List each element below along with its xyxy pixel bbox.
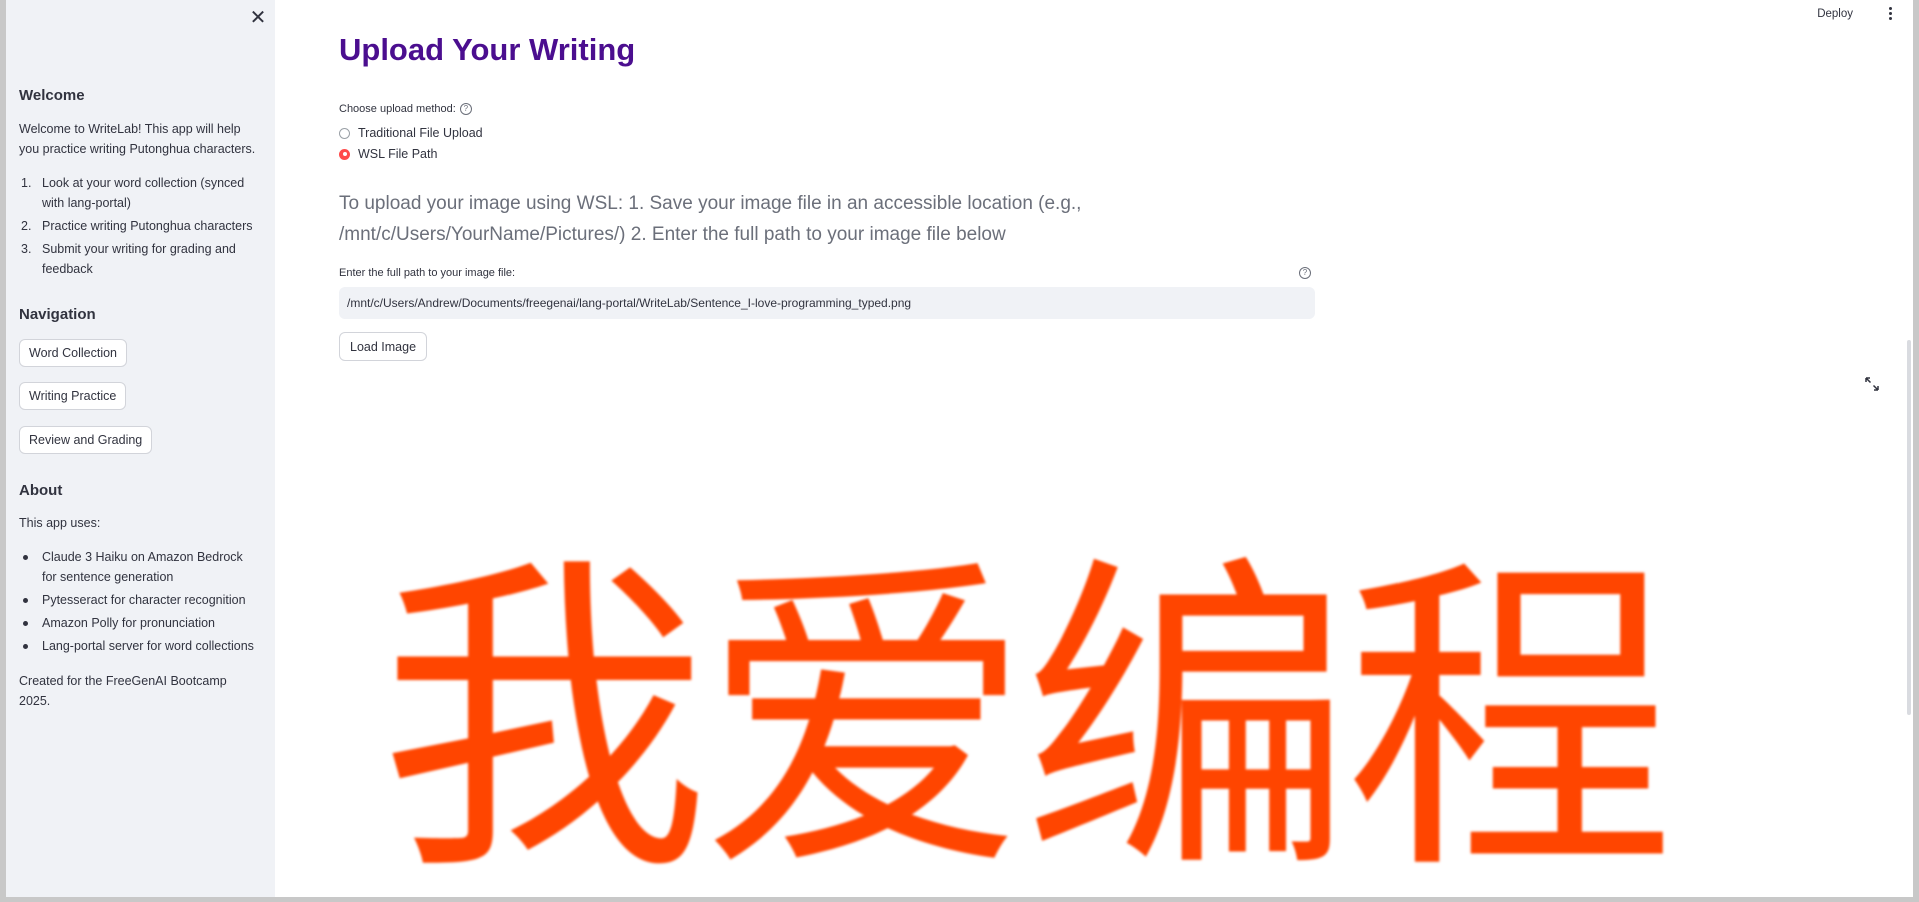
list-item: 2. Practice writing Putonghua characters: [21, 219, 253, 233]
path-field-label: Enter the full path to your image file:: [339, 267, 516, 279]
app-window: ✕ Welcome Welcome to WriteLab! This app …: [6, 0, 1913, 897]
list-item: 1. Look at your word collection (synced w…: [21, 176, 245, 210]
about-list: Claude 3 Haiku on Amazon Bedrock for sen…: [19, 547, 259, 659]
radio-wsl-file-path[interactable]: WSL File Path: [339, 145, 437, 163]
step-text: Practice writing Putonghua characters: [42, 219, 253, 233]
radio-traditional-upload[interactable]: Traditional File Upload: [339, 124, 483, 142]
help-icon[interactable]: ?: [459, 103, 472, 116]
upload-method-label: Choose upload method:?: [339, 103, 472, 116]
word-collection-button[interactable]: Word Collection: [19, 339, 128, 367]
wsl-instructions: To upload your image using WSL: 1. Save …: [339, 193, 1082, 245]
about-item-text: Lang-portal server for word collections: [42, 639, 254, 653]
image-hanzi-text: 我爱编程: [379, 540, 1675, 897]
welcome-heading: Welcome: [19, 87, 85, 104]
load-image-button[interactable]: Load Image: [339, 332, 428, 361]
list-item: Amazon Polly for pronunciation: [19, 613, 259, 633]
image-path-input[interactable]: [339, 287, 1315, 319]
about-item-text: Amazon Polly for pronunciation: [42, 616, 216, 630]
step-text: Look at your word collection (synced wit…: [42, 176, 245, 210]
radio-button-selected[interactable]: [339, 148, 350, 160]
about-item-text: Claude 3 Haiku on Amazon Bedrock for sen…: [42, 550, 243, 584]
list-item: Lang-portal server for word collections: [19, 636, 259, 656]
radio-button[interactable]: [339, 127, 350, 139]
radio-label: Traditional File Upload: [358, 126, 483, 140]
writing-practice-button[interactable]: Writing Practice: [19, 382, 127, 410]
help-icon[interactable]: ?: [1299, 267, 1311, 279]
radio-label: WSL File Path: [358, 147, 438, 161]
about-intro: This app uses:: [19, 516, 101, 530]
about-heading: About: [19, 482, 63, 499]
kebab-menu-icon[interactable]: [1883, 5, 1897, 25]
list-item: 3. Submit your writing for grading and fe…: [21, 242, 236, 276]
about-item-text: Pytesseract for character recognition: [42, 593, 246, 607]
sidebar: ✕ Welcome Welcome to WriteLab! This app …: [6, 0, 275, 897]
review-and-grading-button[interactable]: Review and Grading: [19, 426, 153, 454]
deploy-button[interactable]: Deploy: [1813, 6, 1857, 22]
welcome-intro: Welcome to WriteLab! This app will help …: [19, 122, 256, 156]
step-text: Submit your writing for grading and feed…: [42, 242, 236, 276]
upload-method-label-text: Choose upload method:: [339, 103, 456, 115]
scrollbar[interactable]: [1907, 340, 1911, 715]
page-title: Upload Your Writing: [339, 32, 636, 67]
list-item: Pytesseract for character recognition: [19, 590, 259, 610]
navigation-heading: Navigation: [19, 306, 96, 323]
about-footer: Created for the FreeGenAI Bootcamp 2025.: [19, 674, 227, 708]
close-icon[interactable]: ✕: [246, 6, 270, 30]
uploaded-image: 我爱编程: [379, 540, 1759, 897]
fullscreen-icon[interactable]: [1865, 377, 1879, 391]
list-item: Claude 3 Haiku on Amazon Bedrock for sen…: [19, 547, 259, 587]
welcome-steps: 1. Look at your word collection (synced w…: [19, 173, 259, 282]
